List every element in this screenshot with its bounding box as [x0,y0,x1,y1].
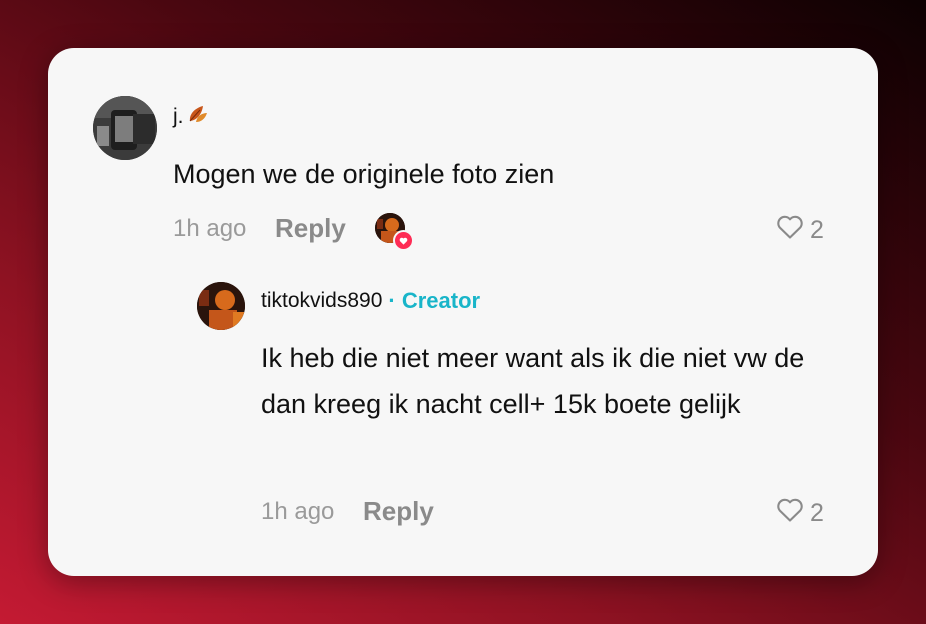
username-text[interactable]: j. [173,105,184,129]
reply-username[interactable]: tiktokvids890 [261,289,382,313]
heart-outline-icon[interactable] [776,497,804,530]
commenter-avatar[interactable] [93,96,157,160]
heart-outline-icon[interactable] [776,214,804,247]
reply-like-count: 2 [810,499,824,527]
reply-button[interactable]: Reply [275,213,346,244]
reply-header: tiktokvids890 · Creator [261,288,480,314]
comment-username[interactable]: j. [173,104,209,130]
creator-liked-indicator [375,213,414,251]
comment-timestamp: 1h ago [173,215,247,242]
reply-reply-button[interactable]: Reply [363,496,434,527]
leaf-icon [187,104,209,130]
comment-text: Mogen we de originele foto zien [173,159,555,189]
creator-avatar[interactable] [197,282,245,330]
creator-badge: · Creator [388,288,481,313]
like-count: 2 [810,216,824,244]
like-button[interactable]: 2 [776,214,824,247]
reply-like-button[interactable]: 2 [776,497,824,530]
reply-timestamp: 1h ago [261,498,335,525]
liked-heart-icon [393,230,414,251]
comment-card: j. Mogen we de originele foto zien 1h ag… [48,48,878,576]
reply-text: Ik heb die niet meer want als ik die nie… [261,343,805,419]
